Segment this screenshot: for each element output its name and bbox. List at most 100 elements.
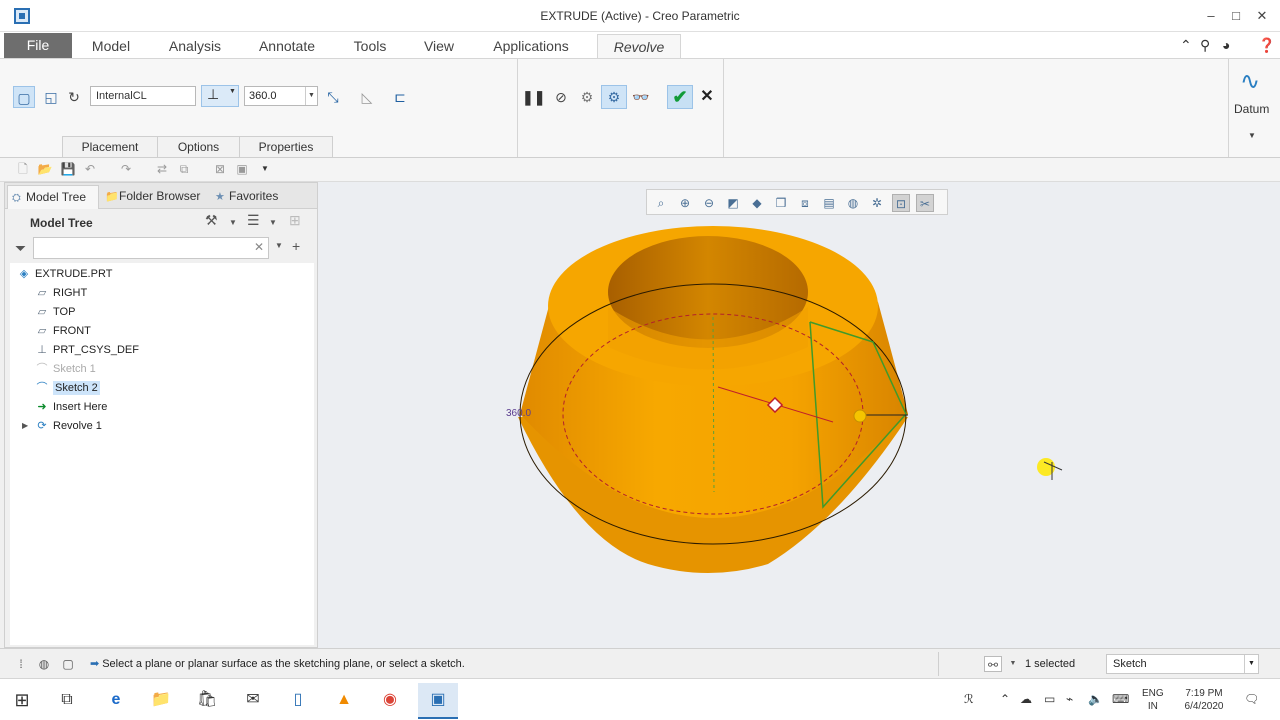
solid-type-button[interactable]: ▢ [13,86,35,108]
maximize-button[interactable]: □ [1226,6,1246,26]
close-window-button[interactable]: ✕ [1252,6,1272,26]
tree-item-top[interactable]: ▱ TOP [34,303,76,321]
graphics-window[interactable]: ⌕ ⊕ ⊖ ◩ ◆ ❒ ⧈ ▤ ◍ ✲ ⊡ ✂ 360.0 [318,182,1280,648]
chevron-down-icon[interactable]: ▼ [305,87,317,105]
axis-collector[interactable]: InternalCL [90,86,196,106]
collapse-ribbon-icon[interactable]: ⌃ [1180,37,1192,54]
browser-toggle-icon[interactable]: ◍ [36,656,52,672]
angle-dimension-label[interactable]: 360.0 [506,408,531,419]
people-icon[interactable]: ℛ [964,692,974,706]
regenerate-icon[interactable]: ⇄ [154,161,170,177]
battery-icon[interactable]: ▭ [1044,692,1055,706]
redo-icon[interactable]: ↷ [118,161,134,177]
undo-icon[interactable]: ↶ [82,161,98,177]
tree-item-sketch-2[interactable]: ⌒ Sketch 2 [34,379,100,397]
open-file-icon[interactable]: 📂 [37,161,53,177]
clock[interactable]: 7:19 PM 6/4/2020 [1176,687,1232,713]
expand-arrow-icon[interactable]: ▶ [22,417,28,435]
angle-type-dropdown[interactable]: ⊥ ▼ [201,85,239,107]
clear-search-icon[interactable]: ✕ [254,240,264,254]
tree-item-right[interactable]: ▱ RIGHT [34,284,87,302]
tab-annotate[interactable]: Annotate [250,34,324,58]
search-icon[interactable]: ⚲ [1200,37,1210,54]
edge-browser-icon[interactable]: e [104,688,128,712]
no-preview-icon[interactable]: ⊘ [550,86,572,108]
help-icon[interactable]: ❓ [1258,37,1275,54]
tree-item-front[interactable]: ▱ FRONT [34,322,91,340]
tree-search-input[interactable]: ✕ [33,237,269,259]
tree-item-revolve-1[interactable]: ▶ ⟳ Revolve 1 [22,417,102,435]
tab-model-tree[interactable]: ⛭ Model Tree [7,185,99,209]
surface-type-button[interactable]: ◱ [40,86,62,108]
subtab-placement[interactable]: Placement [62,136,158,158]
volume-icon[interactable]: 🔈 [1088,692,1103,706]
tab-analysis[interactable]: Analysis [160,34,230,58]
chevron-down-icon[interactable]: ▼ [1005,656,1021,672]
datum-sketch-icon[interactable]: ∿ [1240,67,1260,96]
store-icon[interactable]: 🛍 [195,688,219,712]
network-icon[interactable]: ⌁ [1066,692,1073,706]
selection-count[interactable]: 1 selected [1025,658,1075,670]
show-columns-icon[interactable]: ☰ [247,212,260,229]
tab-favorites[interactable]: ★ Favorites [211,185,291,209]
chevron-down-icon[interactable]: ▼ [1248,131,1256,140]
tray-chevron-icon[interactable]: ⌃ [1000,692,1010,706]
close-doc-icon[interactable]: ⊠ [212,161,228,177]
tree-item-part[interactable]: ◈ EXTRUDE.PRT [16,265,113,283]
tree-settings-icon[interactable]: ⚒ [205,212,218,229]
ok-check-button[interactable]: ✔ [667,85,693,109]
tree-item-sketch-1[interactable]: ⌒ Sketch 1 [34,360,96,378]
chevron-down-icon[interactable]: ▼ [269,218,277,227]
tree-item-csys[interactable]: ⊥ PRT_CSYS_DEF [34,341,139,359]
tab-tools[interactable]: Tools [344,34,396,58]
chrome-icon[interactable]: ◉ [378,688,402,712]
tree-item-insert-here[interactable]: ➜ Insert Here [34,398,107,416]
minimize-button[interactable]: – [1201,6,1221,26]
extra-tool-icon[interactable]: ▣ [234,161,250,177]
windows-icon[interactable]: ⧉ [176,161,192,177]
verify-glasses-icon[interactable]: 👓 [630,86,652,108]
drag-handle-circle[interactable] [853,409,867,423]
add-filter-icon[interactable]: + [292,238,300,254]
tab-revolve[interactable]: Revolve [597,34,681,58]
selection-filter-dropdown[interactable]: Sketch ▼ [1106,654,1259,674]
attached-preview-icon[interactable]: ⚙ [576,86,598,108]
tab-applications[interactable]: Applications [482,34,580,58]
chevron-down-icon[interactable]: ▼ [275,241,283,250]
tab-model[interactable]: Model [82,34,140,58]
community-icon[interactable]: ◕ [1222,37,1230,53]
find-binoculars-icon[interactable]: ⚯ [984,656,1002,672]
notifications-icon[interactable]: 🗨 [1244,692,1259,706]
windows-start-icon[interactable]: ⊞ [10,688,34,712]
flip-direction-button[interactable]: ⤡ [322,86,344,108]
new-file-icon[interactable]: 🗋 [15,161,31,177]
tab-folder-browser[interactable]: 📁Folder Browser [101,185,207,209]
navigator-toggle-icon[interactable]: ⁞ [13,656,29,672]
funnel-icon[interactable]: ⏷ [15,240,26,257]
tab-file[interactable]: File [4,33,72,58]
keyboard-icon[interactable]: ⌨ [1112,692,1129,706]
remove-material-button[interactable]: ◺ [356,86,378,108]
fullscreen-icon[interactable]: ▢ [60,656,76,672]
creo-taskbar-icon[interactable]: ▣ [418,683,458,719]
chevron-down-icon[interactable]: ▼ [229,218,237,227]
angle-input[interactable]: 360.0 ▼ [244,86,318,106]
tab-view[interactable]: View [416,34,462,58]
subtab-options[interactable]: Options [157,136,240,158]
save-icon[interactable]: 💾 [60,161,76,177]
vlc-icon[interactable]: ▲ [332,688,356,712]
onedrive-icon[interactable]: ☁ [1020,692,1032,706]
cancel-x-button[interactable]: ✕ [698,87,716,107]
pause-icon[interactable]: ❚❚ [522,86,545,108]
subtab-properties[interactable]: Properties [239,136,333,158]
detached-preview-icon[interactable]: ⚙ [601,85,627,109]
datum-label[interactable]: Datum [1234,102,1269,116]
thicken-sketch-button[interactable]: ⊏ [389,86,411,108]
language-indicator[interactable]: ENG IN [1142,687,1164,713]
mail-icon[interactable]: ✉ [241,688,265,712]
tree-filter-icon[interactable]: ⊞ [289,212,301,229]
task-view-icon[interactable]: ⧉ [55,688,79,712]
customize-dropdown-icon[interactable]: ▼ [257,161,273,177]
file-explorer-icon[interactable]: 📁 [149,688,173,712]
revolve-axis-icon[interactable]: ↻ [63,86,85,108]
